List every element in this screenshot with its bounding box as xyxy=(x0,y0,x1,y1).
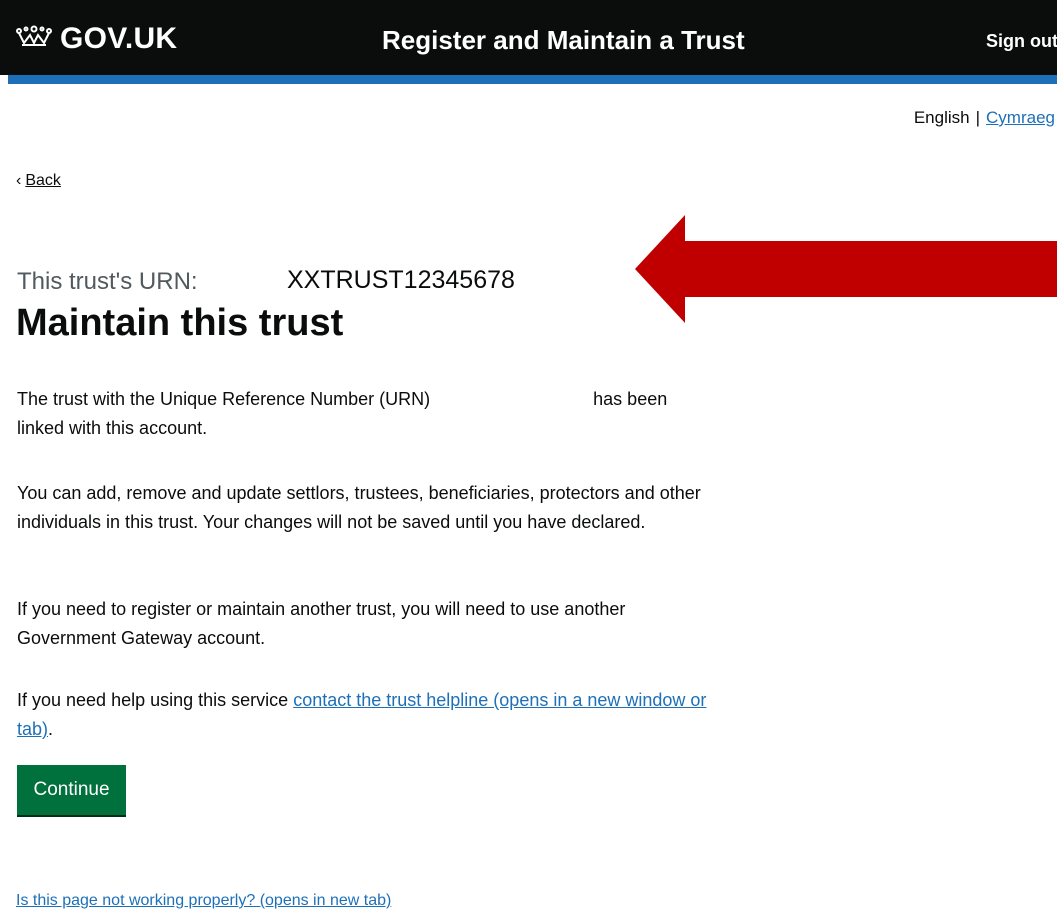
crown-icon xyxy=(16,23,52,56)
urn-caption: This trust's URN: xyxy=(17,268,198,295)
site-header: GOV.UK Register and Maintain a Trust Sig… xyxy=(0,0,1057,75)
paragraph-linked: The trust with the Unique Reference Numb… xyxy=(17,385,707,443)
paragraph-linked-start: The trust with the Unique Reference Numb… xyxy=(17,389,431,409)
page-title: Maintain this trust xyxy=(16,302,344,344)
language-welsh-link[interactable]: Cymraeg xyxy=(986,108,1055,127)
language-separator: | xyxy=(975,108,981,127)
paragraph-another-trust: If you need to register or maintain anot… xyxy=(17,599,626,648)
sign-out-link[interactable]: Sign out xyxy=(986,31,1057,52)
header-accent-bar xyxy=(8,75,1057,84)
paragraph-help-text: If you need help using this service xyxy=(17,690,289,710)
language-english: English xyxy=(913,108,970,127)
paragraph-changes: You can add, remove and update settlors,… xyxy=(17,483,701,532)
back-link[interactable]: ‹ Back xyxy=(16,172,61,190)
paragraph-help: If you need help using this service cont… xyxy=(17,686,707,744)
back-link-label: Back xyxy=(25,172,61,189)
arrow-left-icon xyxy=(635,215,1057,323)
continue-button[interactable]: Continue xyxy=(17,765,126,815)
service-name[interactable]: Register and Maintain a Trust xyxy=(382,25,745,56)
govuk-logo-link[interactable]: GOV.UK xyxy=(16,22,177,56)
paragraph-help-end: . xyxy=(48,719,54,739)
language-switcher: English | Cymraeg xyxy=(914,108,1055,128)
chevron-left-icon: ‹ xyxy=(16,172,22,189)
logo-text: GOV.UK xyxy=(60,22,178,55)
urn-value: XXTRUST12345678 xyxy=(287,266,515,294)
report-problem-link[interactable]: Is this page not working properly? (open… xyxy=(16,892,391,910)
